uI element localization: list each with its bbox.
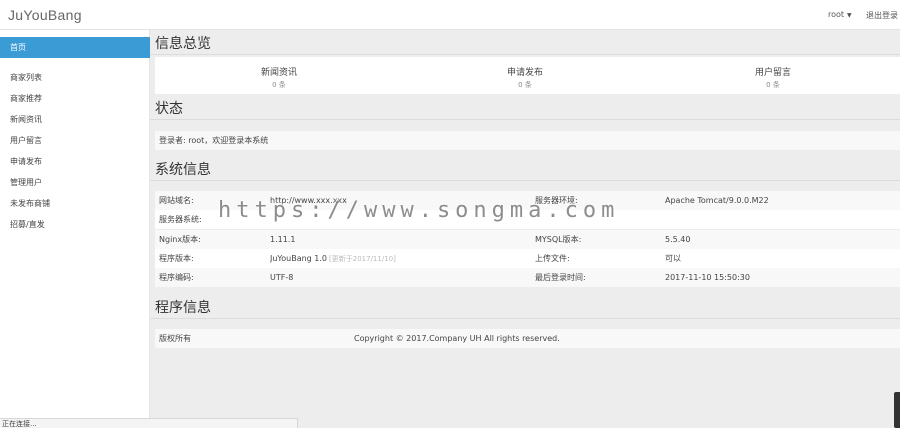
divider: [150, 119, 900, 120]
sidebar-item-merchant-recommend[interactable]: 商家推荐: [0, 88, 150, 109]
program-version: JuYouBang 1.0: [270, 254, 328, 263]
row-value: Apache Tomcat/9.0.0.M22: [665, 196, 769, 205]
stat-news[interactable]: 新闻资讯 0 条: [179, 65, 379, 90]
table-row: 程序版本: JuYouBang 1.0 [更新于2017/11/10] 上传文件:…: [155, 249, 900, 268]
divider: [150, 180, 900, 181]
user-dropdown[interactable]: root ▼: [828, 10, 852, 19]
sidebar-item-news[interactable]: 新闻资讯: [0, 109, 150, 130]
brand-logo[interactable]: JuYouBang: [8, 7, 82, 23]
row-label: 网站域名:: [159, 196, 194, 205]
sidebar-item-recruit[interactable]: 招募/直发: [0, 214, 150, 235]
update-date: [更新于2017/11/10]: [329, 255, 396, 263]
row-value: 1.11.1: [270, 235, 296, 244]
program-title: 程序信息: [155, 300, 211, 316]
caret-down-icon: ▼: [847, 12, 852, 19]
sidebar-item-manage-users[interactable]: 管理用户: [0, 172, 150, 193]
stat-applications[interactable]: 申请发布 0 条: [425, 65, 625, 90]
system-title: 系统信息: [155, 162, 211, 178]
row-label: 版权所有: [159, 334, 191, 343]
status-title: 状态: [155, 101, 183, 117]
sidebar: 首页 商家列表 商家推荐 新闻资讯 用户留言 申请发布 管理用户 未发布商铺 招…: [0, 30, 150, 428]
row-label: 上传文件:: [535, 254, 570, 263]
row-value: 5.5.40: [665, 235, 691, 244]
copyright-text: Copyright © 2017.Company UH All rights r…: [354, 334, 560, 343]
sidebar-item-messages[interactable]: 用户留言: [0, 130, 150, 151]
stat-count: 0 条: [272, 81, 286, 89]
overview-title: 信息总览: [155, 36, 211, 52]
user-name: root: [828, 10, 845, 19]
table-row: Nginx版本: 1.11.1 MYSQL版本: 5.5.40: [155, 230, 900, 249]
sidebar-item-unpublished-shops[interactable]: 未发布商铺: [0, 193, 150, 214]
main-content: 信息总览 新闻资讯 0 条 申请发布 0 条 用户留言 0 条 状态 登录者: …: [150, 30, 900, 428]
row-label: 最后登录时间:: [535, 273, 586, 282]
row-value: JuYouBang 1.0 [更新于2017/11/10]: [270, 249, 396, 269]
overview-panel: 新闻资讯 0 条 申请发布 0 条 用户留言 0 条: [155, 57, 900, 94]
stat-messages[interactable]: 用户留言 0 条: [673, 65, 873, 90]
top-navbar: JuYouBang root ▼ 退出登录: [0, 0, 900, 30]
divider: [150, 54, 900, 55]
sidebar-item-applications[interactable]: 申请发布: [0, 151, 150, 172]
row-label: 程序编码:: [159, 273, 194, 282]
scroll-handle[interactable]: [894, 392, 900, 428]
row-value: 2017-11-10 15:50:30: [665, 273, 750, 282]
browser-status-bar: 正在连接...: [0, 418, 298, 428]
status-row: 登录者: root，欢迎登录本系统: [155, 131, 900, 150]
stat-label: 申请发布: [506, 68, 543, 78]
logout-link[interactable]: 退出登录: [866, 10, 898, 21]
table-row: 版权所有 Copyright © 2017.Company UH All rig…: [155, 329, 900, 348]
row-value: UTF-8: [270, 273, 294, 282]
stat-count: 0 条: [766, 81, 780, 89]
sidebar-item-merchant-list[interactable]: 商家列表: [0, 67, 150, 88]
row-label: MYSQL版本:: [535, 235, 582, 244]
row-label: 服务器系统:: [159, 215, 202, 224]
watermark: https://www.songma.com: [218, 198, 620, 223]
status-message: 登录者: root，欢迎登录本系统: [159, 136, 269, 145]
stat-label: 新闻资讯: [260, 68, 297, 78]
table-row: 程序编码: UTF-8 最后登录时间: 2017-11-10 15:50:30: [155, 268, 900, 287]
divider: [150, 318, 900, 319]
row-label: Nginx版本:: [159, 235, 201, 244]
stat-label: 用户留言: [754, 68, 791, 78]
row-label: 程序版本:: [159, 254, 194, 263]
sidebar-item-home[interactable]: 首页: [0, 37, 150, 58]
stat-count: 0 条: [518, 81, 532, 89]
row-value: 可以: [665, 254, 681, 263]
